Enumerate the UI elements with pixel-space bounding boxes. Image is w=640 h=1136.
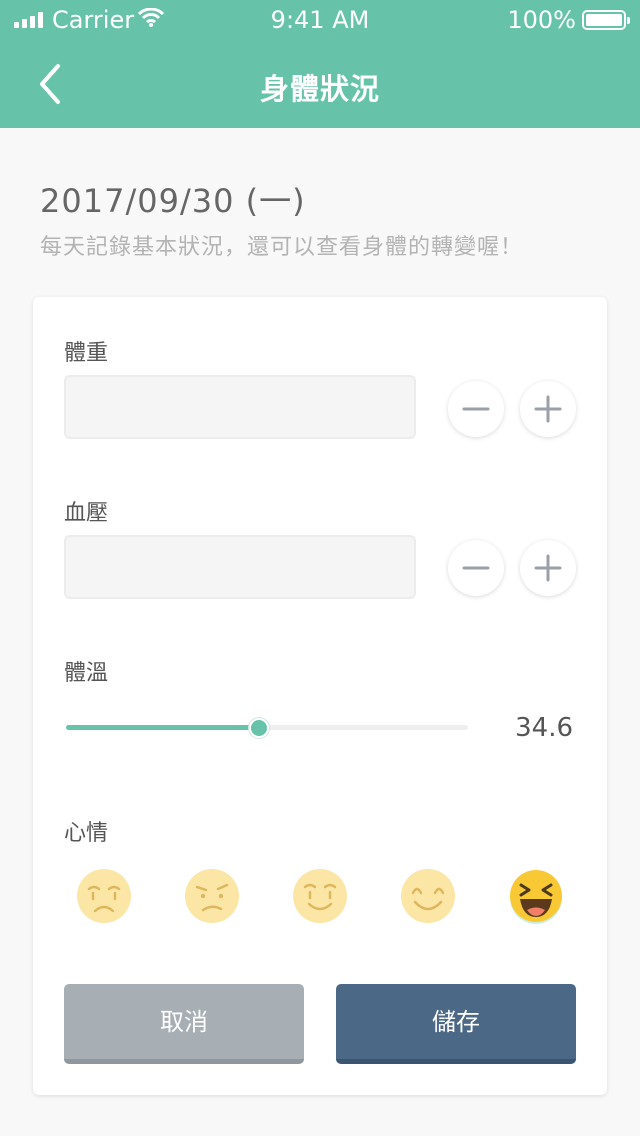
blood-pressure-label: 血壓 bbox=[64, 501, 109, 526]
record-date: 2017/09/30 (一) bbox=[40, 182, 306, 220]
weight-decrement-button[interactable] bbox=[448, 381, 504, 437]
slider-fill bbox=[66, 725, 259, 730]
temperature-label: 體溫 bbox=[64, 661, 109, 686]
page-title: 身體狀況 bbox=[259, 72, 380, 106]
temperature-slider[interactable] bbox=[66, 718, 468, 738]
save-button[interactable]: 儲存 bbox=[336, 984, 576, 1064]
blood-pressure-input[interactable] bbox=[64, 535, 416, 599]
page-subtitle: 每天記錄基本狀況，還可以查看身體的轉變喔！ bbox=[40, 235, 524, 260]
status-bar: Carrier 9:41 AM 100% bbox=[0, 0, 640, 44]
app-header: Carrier 9:41 AM 100% 身體狀況 bbox=[0, 0, 640, 128]
mood-very-sad-button[interactable] bbox=[75, 867, 133, 925]
temperature-value: 34.6 bbox=[515, 713, 573, 743]
mood-label: 心情 bbox=[64, 821, 109, 846]
smiling-face-icon bbox=[293, 869, 347, 923]
minus-icon bbox=[462, 407, 490, 411]
mood-laughing-button[interactable] bbox=[507, 867, 565, 925]
sad-face-icon bbox=[185, 869, 239, 923]
weight-input[interactable] bbox=[64, 375, 416, 439]
very-sad-face-icon bbox=[77, 869, 131, 923]
mood-happy-button[interactable] bbox=[399, 867, 457, 925]
cancel-button[interactable]: 取消 bbox=[64, 984, 304, 1064]
mood-sad-button[interactable] bbox=[183, 867, 241, 925]
weight-increment-button[interactable] bbox=[520, 381, 576, 437]
blood-pressure-decrement-button[interactable] bbox=[448, 540, 504, 596]
happy-face-icon bbox=[401, 869, 455, 923]
battery-icon bbox=[582, 10, 630, 30]
slider-thumb[interactable] bbox=[248, 718, 269, 738]
plus-icon bbox=[534, 395, 562, 423]
battery-percentage: 100% bbox=[507, 6, 576, 34]
plus-icon bbox=[534, 554, 562, 582]
weight-label: 體重 bbox=[64, 341, 109, 366]
laughing-face-icon bbox=[510, 870, 562, 924]
blood-pressure-increment-button[interactable] bbox=[520, 540, 576, 596]
minus-icon bbox=[462, 566, 490, 570]
health-form-card: 體重 血壓 體溫 34.6 心情 取消 儲存 bbox=[33, 297, 607, 1095]
mood-neutral-button[interactable] bbox=[291, 867, 349, 925]
